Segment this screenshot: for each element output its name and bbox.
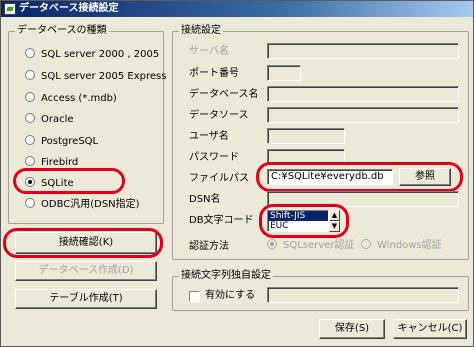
- browse-button-label: 参照: [415, 171, 435, 182]
- charset-listbox[interactable]: Shift-JIS EUC: [267, 210, 329, 232]
- charset-label: DB文字コード: [189, 215, 254, 226]
- save-button-label: 保存(S): [334, 323, 370, 334]
- radio-button[interactable]: [25, 135, 35, 145]
- radio-button-checked[interactable]: [267, 239, 277, 249]
- radio-label: Access (*.mdb): [41, 93, 117, 104]
- radio-button-checked[interactable]: [25, 177, 35, 187]
- create-table-label: テーブル作成(T): [49, 293, 123, 304]
- radio-label: SQL server 2005 Express: [41, 71, 167, 82]
- radio-button[interactable]: [25, 113, 35, 123]
- radio-button[interactable]: [25, 156, 35, 166]
- file-path-value: C:¥SQLite¥everydb.db: [271, 171, 384, 182]
- radio-label: PostgreSQL: [41, 136, 99, 147]
- database-connection-dialog: データベース接続設定 データベースの種類 SQL server 2000 , 2…: [0, 0, 474, 347]
- password-label: パスワード: [189, 152, 239, 163]
- radio-sqlserver-2000-2005[interactable]: SQL server 2000 , 2005: [25, 48, 159, 62]
- cancel-button-label: キャンセル(C): [397, 323, 463, 334]
- data-source-field[interactable]: [267, 107, 459, 123]
- file-path-label: ファイルパス: [189, 173, 249, 184]
- save-button[interactable]: 保存(S): [319, 319, 385, 339]
- radio-label: Oracle: [41, 114, 74, 125]
- browse-button[interactable]: 参照: [399, 168, 451, 186]
- radio-button[interactable]: [25, 198, 35, 208]
- radio-button[interactable]: [25, 92, 35, 102]
- cancel-button[interactable]: キャンセル(C): [393, 319, 467, 339]
- app-icon: [4, 3, 16, 15]
- file-path-input[interactable]: C:¥SQLite¥everydb.db: [267, 169, 393, 185]
- charset-option-euc[interactable]: EUC: [268, 221, 328, 231]
- test-connection-label: 接続確認(K): [58, 237, 114, 248]
- title-bar[interactable]: データベース接続設定: [1, 1, 473, 17]
- radio-sqlite[interactable]: SQLite: [25, 177, 74, 191]
- charset-option-shift-jis[interactable]: Shift-JIS: [268, 211, 328, 221]
- connection-string-legend: 接続文字列独自設定: [179, 270, 273, 282]
- database-type-legend: データベースの種類: [15, 25, 109, 37]
- radio-label: ODBC汎用(DSN指定): [41, 199, 140, 210]
- radio-button[interactable]: [361, 239, 371, 249]
- radio-oracle[interactable]: Oracle: [25, 113, 74, 127]
- enable-connection-string-checkbox[interactable]: [189, 291, 200, 302]
- radio-label: SQLite: [41, 178, 74, 189]
- radio-sqlserver-2005-express[interactable]: SQL server 2005 Express: [25, 70, 166, 84]
- radio-label: Windows認証: [377, 240, 442, 251]
- radio-label: SQL server 2000 , 2005: [41, 49, 160, 60]
- radio-button[interactable]: [25, 48, 35, 58]
- port-field[interactable]: [267, 65, 301, 81]
- charset-spin-up[interactable]: ▲: [329, 210, 340, 221]
- dsn-label: DSN名: [189, 194, 221, 205]
- connection-string-field[interactable]: [267, 287, 459, 303]
- radio-auth-windows[interactable]: Windows認証: [361, 239, 442, 253]
- radio-odbc-dsn[interactable]: ODBC汎用(DSN指定): [25, 198, 140, 212]
- charset-spin-down[interactable]: ▼: [329, 221, 340, 232]
- enable-connection-string-label: 有効にする: [205, 290, 256, 301]
- database-name-label: データベース名: [189, 89, 259, 100]
- radio-label: Firebird: [41, 157, 79, 168]
- radio-label: SQLserver認証: [283, 240, 355, 251]
- auth-method-label: 認証方法: [189, 241, 229, 252]
- database-name-field[interactable]: [267, 86, 459, 102]
- port-label: ポート番号: [189, 68, 239, 79]
- test-connection-button[interactable]: 接続確認(K): [15, 232, 157, 254]
- radio-postgresql[interactable]: PostgreSQL: [25, 135, 98, 149]
- create-table-button[interactable]: テーブル作成(T): [15, 289, 157, 309]
- radio-button[interactable]: [25, 70, 35, 80]
- user-name-label: ユーザ名: [189, 131, 229, 142]
- user-name-field[interactable]: [267, 128, 345, 144]
- server-name-label: サーバ名: [189, 46, 229, 57]
- create-database-button[interactable]: データベース作成(D): [15, 261, 157, 281]
- connection-settings-legend: 接続設定: [179, 25, 223, 37]
- radio-firebird[interactable]: Firebird: [25, 156, 78, 170]
- password-field[interactable]: [267, 149, 345, 165]
- radio-auth-sqlserver[interactable]: SQLserver認証: [267, 239, 354, 253]
- radio-access[interactable]: Access (*.mdb): [25, 92, 117, 106]
- server-name-field[interactable]: [267, 43, 459, 59]
- create-database-label: データベース作成(D): [38, 265, 134, 276]
- data-source-label: データソース: [189, 110, 249, 121]
- window-title: データベース接続設定: [19, 3, 119, 14]
- dsn-field[interactable]: [267, 191, 459, 207]
